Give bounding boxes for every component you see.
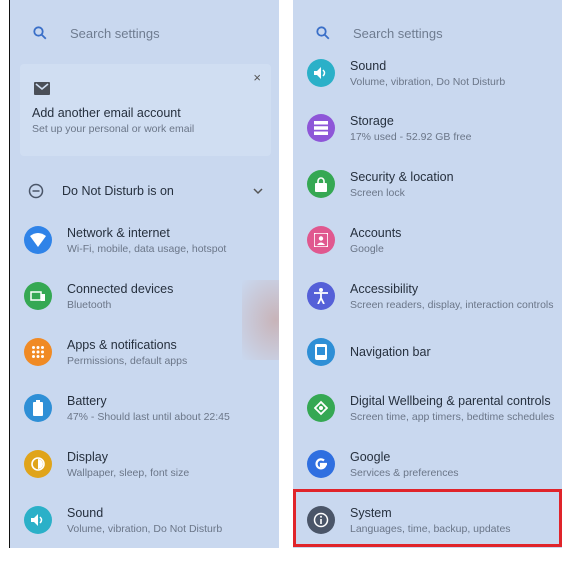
search-placeholder: Search settings xyxy=(70,25,160,41)
item-subtitle: Volume, vibration, Do Not Disturb xyxy=(67,522,223,535)
settings-item-accessibility[interactable]: Accessibility Screen readers, display, in… xyxy=(293,274,562,318)
settings-item-storage[interactable]: Storage 17% used - 52.92 GB free xyxy=(293,106,562,150)
settings-item-display[interactable]: Display Wallpaper, sleep, font size xyxy=(10,442,279,486)
search-bar[interactable]: Search settings xyxy=(20,18,269,48)
item-text: Sound Volume, vibration, Do Not Disturb xyxy=(350,59,505,88)
item-subtitle: Volume, vibration, Do Not Disturb xyxy=(350,75,506,88)
item-title: Display xyxy=(67,449,108,464)
item-subtitle: Permissions, default apps xyxy=(67,354,188,367)
item-text: Apps & notifications Permissions, default… xyxy=(67,338,187,367)
item-subtitle: Wallpaper, sleep, font size xyxy=(67,466,190,479)
wifi-icon xyxy=(24,226,52,254)
card-subtitle: Set up your personal or work email xyxy=(32,123,195,135)
left-settings-screen: Search settings × Add another email acco… xyxy=(9,0,279,548)
settings-item-security-and-location[interactable]: Security & location Screen lock xyxy=(293,162,562,206)
wellbeing-icon xyxy=(307,394,335,422)
search-bar[interactable]: Search settings xyxy=(303,18,552,48)
item-subtitle: Screen readers, display, interaction con… xyxy=(350,298,554,311)
item-title: Security & location xyxy=(350,169,454,184)
item-title: Battery xyxy=(67,393,107,408)
item-text: Sound Volume, vibration, Do Not Disturb xyxy=(67,506,222,535)
account-icon xyxy=(307,226,335,254)
item-subtitle: 47% - Should last until about 22:45 xyxy=(67,410,230,423)
item-subtitle: Bluetooth xyxy=(67,298,112,311)
item-subtitle: Screen time, app timers, bedtime schedul… xyxy=(350,410,555,423)
item-text: Google Services & preferences xyxy=(350,450,459,479)
storage-icon xyxy=(307,114,335,142)
dnd-banner[interactable]: Do Not Disturb is on xyxy=(10,178,279,204)
search-icon[interactable] xyxy=(20,26,60,40)
apps-grid-icon xyxy=(24,338,52,366)
item-title: Network & internet xyxy=(67,225,170,240)
search-placeholder: Search settings xyxy=(353,25,443,41)
item-title: Navigation bar xyxy=(350,345,431,359)
item-subtitle: Screen lock xyxy=(350,186,405,199)
item-title: Accounts xyxy=(350,225,402,240)
item-title: Connected devices xyxy=(67,281,174,296)
item-text: Navigation bar xyxy=(350,345,431,359)
item-text: Digital Wellbeing & parental controls Scr… xyxy=(350,394,554,423)
item-subtitle: Wi-Fi, mobile, data usage, hotspot xyxy=(67,242,227,255)
item-text: Network & internet Wi-Fi, mobile, data us… xyxy=(67,226,226,255)
dnd-icon xyxy=(10,183,62,199)
navigation-icon xyxy=(307,338,335,366)
settings-item-battery[interactable]: Battery 47% - Should last until about 22:… xyxy=(10,386,279,430)
photo-glare xyxy=(242,280,279,360)
battery-icon xyxy=(24,394,52,422)
item-title: Storage xyxy=(350,113,394,128)
settings-item-sound[interactable]: Sound Volume, vibration, Do Not Disturb xyxy=(10,498,279,542)
chevron-down-icon[interactable] xyxy=(253,182,279,200)
accessibility-icon xyxy=(307,282,335,310)
settings-item-sound[interactable]: Sound Volume, vibration, Do Not Disturb xyxy=(293,51,562,95)
settings-item-connected-devices[interactable]: Connected devices Bluetooth xyxy=(10,274,279,318)
item-subtitle: Google xyxy=(350,242,384,255)
settings-item-google[interactable]: Google Services & preferences xyxy=(293,442,562,486)
settings-item-network-and-internet[interactable]: Network & internet Wi-Fi, mobile, data us… xyxy=(10,218,279,262)
settings-item-accounts[interactable]: Accounts Google xyxy=(293,218,562,262)
item-title: Apps & notifications xyxy=(67,337,177,352)
volume-icon xyxy=(24,506,52,534)
item-title: Google xyxy=(350,449,391,464)
brightness-icon xyxy=(24,450,52,478)
google-icon xyxy=(307,450,335,478)
dnd-label: Do Not Disturb is on xyxy=(62,184,174,198)
item-text: Security & location Screen lock xyxy=(350,170,454,199)
lock-icon xyxy=(307,170,335,198)
item-title: Sound xyxy=(350,58,387,73)
settings-item-navigation-bar[interactable]: Navigation bar xyxy=(293,330,562,374)
item-subtitle: 17% used - 52.92 GB free xyxy=(350,130,472,143)
item-text: Display Wallpaper, sleep, font size xyxy=(67,450,189,479)
system-highlight-box xyxy=(293,489,562,547)
item-text: Connected devices Bluetooth xyxy=(67,282,173,311)
right-settings-screen: Search settings Sound Volume, vibration, … xyxy=(293,0,562,548)
settings-item-digital-wellbeing-and-parental-controls[interactable]: Digital Wellbeing & parental controls Scr… xyxy=(293,386,562,430)
settings-item-apps-and-notifications[interactable]: Apps & notifications Permissions, default… xyxy=(10,330,279,374)
item-text: Storage 17% used - 52.92 GB free xyxy=(350,114,471,143)
card-title: Add another email account xyxy=(32,106,181,120)
item-text: Accounts Google xyxy=(350,226,401,255)
item-subtitle: Services & preferences xyxy=(350,466,459,479)
item-text: Battery 47% - Should last until about 22:… xyxy=(67,394,230,423)
item-title: Digital Wellbeing & parental controls xyxy=(350,393,551,408)
close-icon[interactable]: × xyxy=(253,70,261,85)
devices-icon xyxy=(24,282,52,310)
item-title: Sound xyxy=(67,505,104,520)
volume-icon xyxy=(307,59,335,87)
suggestion-card[interactable]: × Add another email account Set up your … xyxy=(20,64,271,156)
item-text: Accessibility Screen readers, display, in… xyxy=(350,282,554,311)
search-icon[interactable] xyxy=(303,26,343,40)
item-title: Accessibility xyxy=(350,281,419,296)
mail-icon xyxy=(34,82,50,100)
